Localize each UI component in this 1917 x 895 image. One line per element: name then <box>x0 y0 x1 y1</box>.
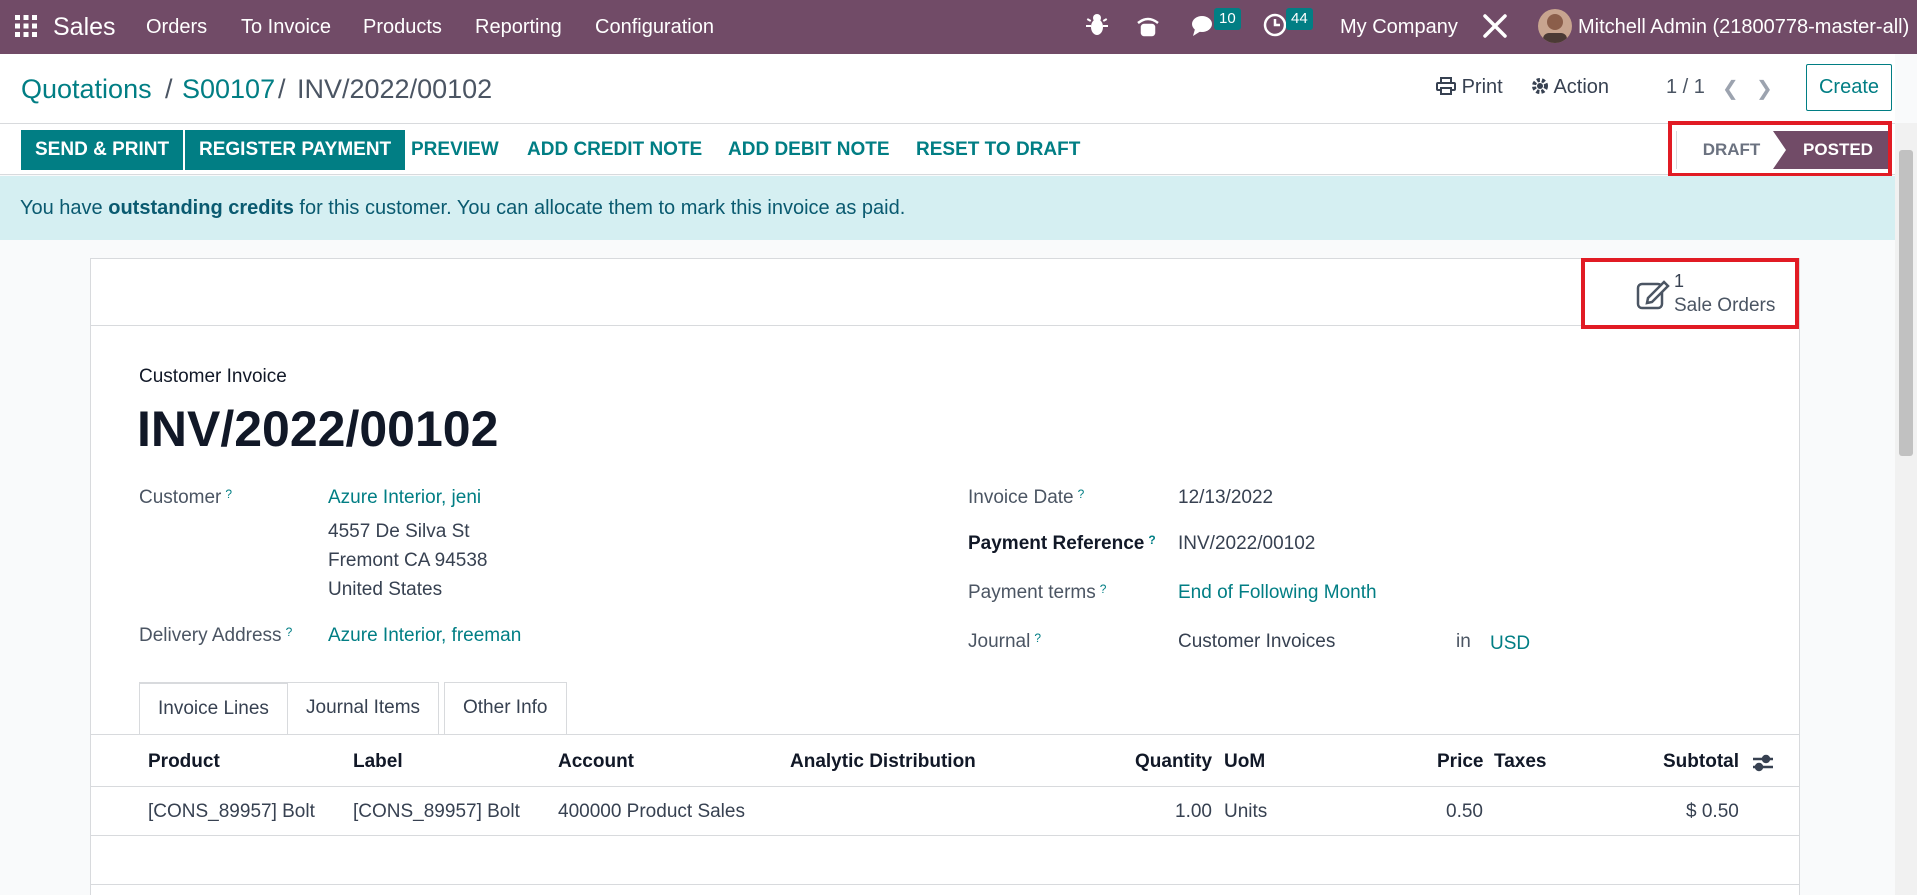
menu-products[interactable]: Products <box>363 0 442 54</box>
gear-icon <box>1532 78 1548 94</box>
row-product: [CONS_89957] Bolt <box>148 801 315 822</box>
customer-street: 4557 De Silva St <box>328 521 470 542</box>
customer-city: Fremont CA 94538 <box>328 550 488 571</box>
row-price: 0.50 <box>1446 801 1483 822</box>
add-debit-note-button[interactable]: ADD DEBIT NOTE <box>728 130 890 170</box>
row-subtotal: $ 0.50 <box>1686 801 1739 822</box>
user-menu[interactable]: Mitchell Admin (21800778-master-all) <box>1578 0 1909 54</box>
payment-terms-label: Payment terms? <box>968 582 1107 603</box>
smart-button-highlight-box <box>1581 258 1799 329</box>
add-credit-note-button[interactable]: ADD CREDIT NOTE <box>527 130 702 170</box>
pager-next-icon[interactable]: ❯ <box>1756 76 1773 101</box>
customer-link[interactable]: Azure Interior, jeni <box>328 487 481 509</box>
payment-reference-label: Payment Reference? <box>968 533 1156 554</box>
bug-icon[interactable] <box>1086 13 1108 42</box>
print-icon <box>1436 77 1456 95</box>
register-payment-button[interactable]: REGISTER PAYMENT <box>185 130 406 170</box>
menu-reporting[interactable]: Reporting <box>475 0 562 54</box>
col-quantity[interactable]: Quantity <box>1135 751 1212 773</box>
button-box: 1 Sale Orders <box>91 259 1799 326</box>
preview-button[interactable]: PREVIEW <box>411 130 499 170</box>
activity-clock-icon[interactable] <box>1263 13 1287 42</box>
col-uom[interactable]: UoM <box>1224 751 1265 773</box>
action-button[interactable]: Action <box>1531 76 1609 99</box>
alert-prefix: You have <box>20 197 103 219</box>
customer-country: United States <box>328 579 443 600</box>
alert-suffix: for this customer. You can allocate them… <box>299 197 906 219</box>
activities-count-badge: 44 <box>1286 8 1313 30</box>
table-header-divider <box>91 786 1799 787</box>
payment-reference-field[interactable]: INV/2022/00102 <box>1178 533 1315 555</box>
invoice-date-label: Invoice Date? <box>968 487 1085 508</box>
action-label: Action <box>1553 76 1610 98</box>
column-settings-icon[interactable] <box>1752 753 1774 778</box>
currency-in-label: in <box>1456 631 1471 652</box>
breadcrumb-quotations[interactable]: Quotations <box>21 74 152 105</box>
invoice-type-label: Customer Invoice <box>139 366 287 387</box>
tab-other-info[interactable]: Other Info <box>444 682 567 734</box>
print-label: Print <box>1461 76 1503 98</box>
table-row-divider <box>91 835 1799 836</box>
outstanding-credits-link[interactable]: outstanding credits <box>108 197 294 219</box>
journal-label: Journal? <box>968 631 1042 652</box>
user-avatar[interactable] <box>1538 9 1572 43</box>
company-switcher[interactable]: My Company <box>1340 0 1458 54</box>
breadcrumb-current: INV/2022/00102 <box>297 74 493 104</box>
row-account: 400000 Product Sales <box>558 801 745 822</box>
status-bar: SEND & PRINT REGISTER PAYMENT PREVIEW AD… <box>0 121 1895 177</box>
menu-configuration[interactable]: Configuration <box>595 0 714 54</box>
tab-invoice-lines[interactable]: Invoice Lines <box>139 682 288 735</box>
menu-orders[interactable]: Orders <box>146 0 207 54</box>
customer-label: Customer? <box>139 487 233 508</box>
print-button[interactable]: Print <box>1436 76 1503 99</box>
phone-icon[interactable] <box>1135 13 1161 44</box>
col-account[interactable]: Account <box>558 751 634 773</box>
tabs-divider <box>91 734 1799 735</box>
journal-field[interactable]: Customer Invoices <box>1178 631 1335 653</box>
scrollbar-thumb[interactable] <box>1899 150 1913 456</box>
pager-value[interactable]: 1 / 1 <box>1666 76 1705 99</box>
app-menu-icon[interactable] <box>15 15 37 37</box>
col-price[interactable]: Price <box>1437 751 1483 773</box>
col-analytic-distribution[interactable]: Analytic Distribution <box>790 751 976 773</box>
row-label: [CONS_89957] Bolt <box>353 801 520 822</box>
currency-link[interactable]: USD <box>1490 633 1530 655</box>
outstanding-credits-alert: You have outstanding credits for this cu… <box>0 176 1895 240</box>
app-title[interactable]: Sales <box>53 0 116 54</box>
row-uom: Units <box>1224 801 1268 822</box>
control-panel: Quotations / S00107 / INV/2022/00102 Pri… <box>0 54 1895 123</box>
payment-terms-link[interactable]: End of Following Month <box>1178 582 1377 604</box>
breadcrumb-separator: / <box>165 74 173 104</box>
row-quantity: 1.00 <box>1175 801 1212 822</box>
messages-count-badge: 10 <box>1214 8 1241 30</box>
stage-highlight-box <box>1668 121 1892 177</box>
breadcrumb-separator: / <box>278 74 286 104</box>
delivery-address-label: Delivery Address? <box>139 625 293 646</box>
breadcrumb-sale-order[interactable]: S00107 <box>182 74 275 105</box>
menu-to-invoice[interactable]: To Invoice <box>241 0 331 54</box>
delivery-address-link[interactable]: Azure Interior, freeman <box>328 625 521 647</box>
invoice-date-field[interactable]: 12/13/2022 <box>1178 487 1273 509</box>
col-product[interactable]: Product <box>148 751 220 773</box>
invoice-form-sheet: 1 Sale Orders Customer Invoice INV/2022/… <box>90 258 1800 895</box>
col-label[interactable]: Label <box>353 751 403 773</box>
create-button[interactable]: Create <box>1806 64 1892 111</box>
top-navbar: Sales Orders To Invoice Products Reporti… <box>0 0 1917 54</box>
col-subtotal[interactable]: Subtotal <box>1663 751 1739 773</box>
table-footer-divider <box>91 884 1799 885</box>
invoice-number: INV/2022/00102 <box>137 401 499 457</box>
send-print-button[interactable]: SEND & PRINT <box>21 130 184 170</box>
tools-icon[interactable] <box>1482 13 1508 44</box>
reset-to-draft-button[interactable]: RESET TO DRAFT <box>916 130 1080 170</box>
col-taxes[interactable]: Taxes <box>1494 751 1546 773</box>
pager-previous-icon[interactable]: ❮ <box>1722 76 1739 101</box>
tab-journal-items[interactable]: Journal Items <box>288 682 440 734</box>
